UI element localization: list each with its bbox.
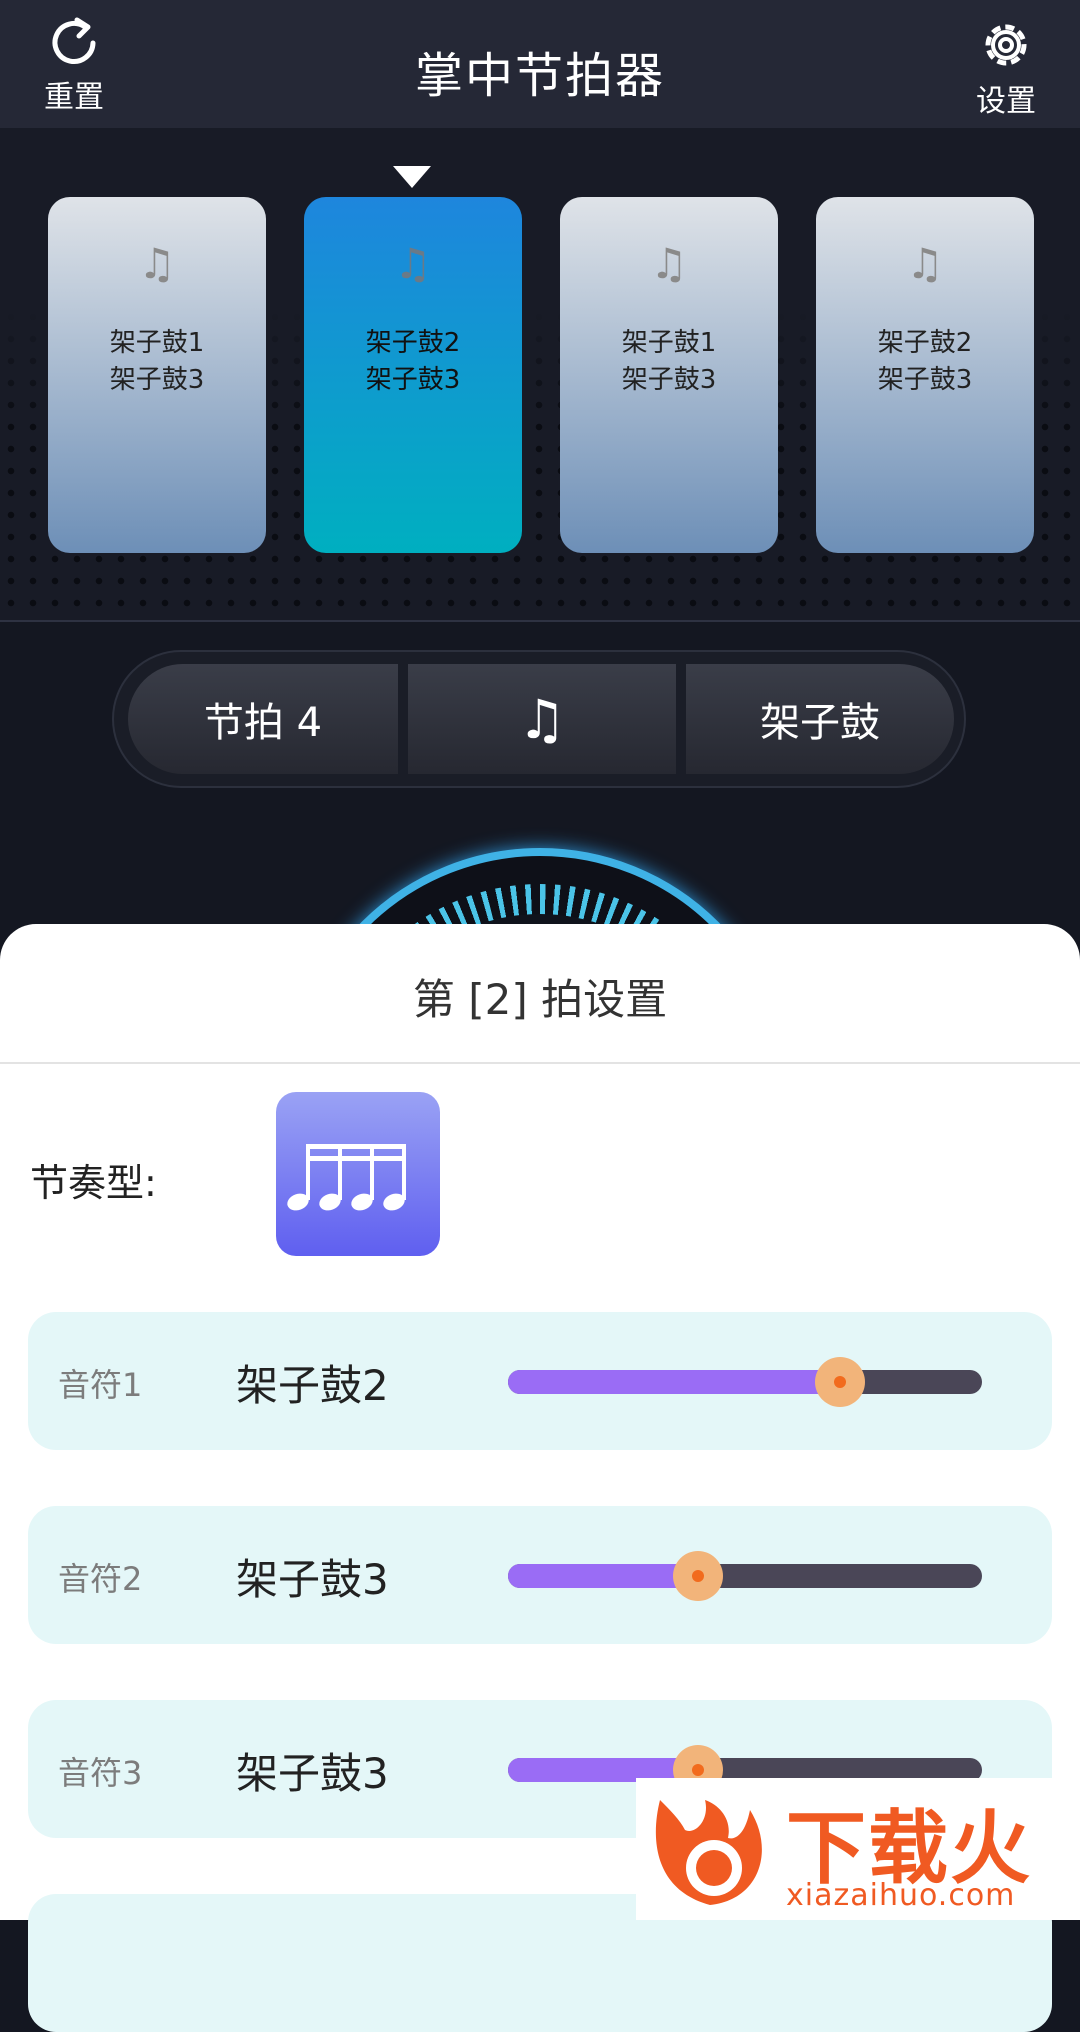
- beat-card-sound: 架子鼓3: [365, 365, 461, 395]
- beat-card-3[interactable]: ♫ 架子鼓1 架子鼓3: [560, 197, 778, 553]
- beat-count-button[interactable]: 节拍 4: [128, 664, 398, 774]
- note-sound-select[interactable]: 架子鼓3: [236, 1546, 389, 1607]
- music-note-icon: ♫: [517, 687, 567, 751]
- note-sound-select[interactable]: 架子鼓3: [236, 1740, 389, 1801]
- current-beat-pointer-icon: [393, 166, 431, 188]
- volume-slider-fill: [508, 1370, 840, 1394]
- note-row-1: 音符1 架子鼓2: [28, 1312, 1052, 1450]
- instrument-button[interactable]: 架子鼓: [686, 664, 954, 774]
- note-label: 音符1: [58, 1366, 143, 1404]
- note-sound-select[interactable]: 架子鼓2: [236, 1352, 389, 1413]
- beat-card-1[interactable]: ♫ 架子鼓1 架子鼓3: [48, 197, 266, 553]
- settings-button[interactable]: 设置: [946, 16, 1066, 120]
- gear-icon: [985, 24, 1027, 66]
- watermark-url: xiazaihuo.com: [786, 1878, 1016, 1913]
- divider: [0, 620, 1080, 622]
- settings-label: 设置: [976, 84, 1036, 119]
- beat-card-2[interactable]: ♫ 架子鼓2 架子鼓3: [304, 197, 522, 553]
- beat-settings-sheet: 第 [2] 拍设置 节奏型: 音符1 架子鼓2 音符2 架子鼓3 音符3 架子鼓…: [0, 924, 1080, 2032]
- four-sixteenth-notes-icon: [287, 1144, 406, 1211]
- control-bar: 节拍 4 ♫ 架子鼓: [112, 650, 966, 788]
- app-title: 掌中节拍器: [414, 48, 665, 104]
- note-row-2: 音符2 架子鼓3: [28, 1506, 1052, 1644]
- note-type-button[interactable]: ♫: [408, 664, 676, 774]
- volume-slider-handle[interactable]: [814, 1357, 865, 1407]
- note-label: 音符2: [58, 1560, 143, 1598]
- volume-slider[interactable]: [508, 1551, 982, 1601]
- beat-card-sound: 架子鼓3: [621, 365, 717, 395]
- beat-card-4[interactable]: ♫ 架子鼓2 架子鼓3: [816, 197, 1034, 553]
- volume-slider[interactable]: [508, 1357, 982, 1407]
- beat-card-sound: 架子鼓3: [877, 365, 973, 395]
- watermark: 下载火 xiazaihuo.com: [636, 1778, 1080, 1920]
- volume-slider-fill: [508, 1564, 698, 1588]
- rhythm-label: 节奏型:: [30, 1161, 157, 1205]
- volume-slider-handle[interactable]: [672, 1551, 723, 1601]
- music-note-icon: ♫: [138, 239, 176, 288]
- music-note-icon: ♫: [394, 239, 432, 288]
- beat-card-sound: 架子鼓1: [621, 328, 717, 358]
- beat-card-sound: 架子鼓1: [109, 328, 205, 358]
- beat-card-sound: 架子鼓2: [877, 328, 973, 358]
- rhythm-pattern-button[interactable]: [276, 1092, 440, 1256]
- music-note-icon: ♫: [906, 239, 944, 288]
- note-label: 音符3: [58, 1754, 143, 1792]
- sheet-title: 第 [2] 拍设置: [412, 975, 668, 1024]
- beat-card-sound: 架子鼓2: [365, 328, 461, 358]
- beat-card-sound: 架子鼓3: [109, 365, 205, 395]
- divider: [0, 1062, 1080, 1064]
- app-header: 重置 掌中节拍器 设置: [0, 0, 1080, 128]
- music-note-icon: ♫: [650, 239, 688, 288]
- flame-logo-icon: [655, 1800, 762, 1905]
